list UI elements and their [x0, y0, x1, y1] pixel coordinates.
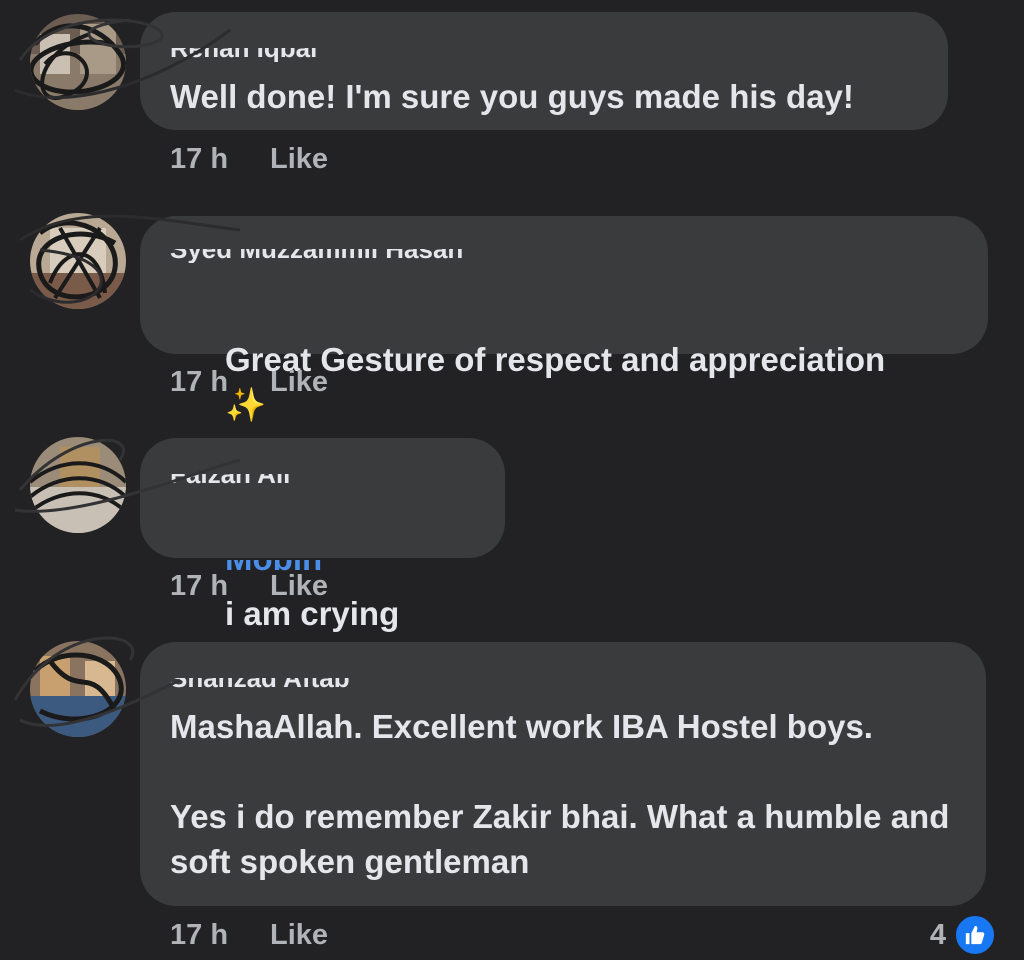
comment-time[interactable]: 17 h — [170, 570, 270, 603]
reaction-summary[interactable]: 4 — [930, 914, 996, 956]
comment-author[interactable]: Rehan Iqbal — [170, 48, 317, 62]
avatar[interactable] — [30, 641, 126, 737]
comment-bubble: Faizan Ali Mobin i am crying — [140, 438, 505, 632]
avatar[interactable] — [30, 437, 126, 533]
comment-meta: 17 h Like — [170, 570, 328, 603]
comment-text: MashaAllah. Excellent work IBA Hostel bo… — [170, 708, 950, 880]
comment-text: Well done! I'm sure you guys made his da… — [170, 78, 854, 115]
avatar[interactable] — [30, 213, 126, 309]
like-button[interactable]: Like — [270, 366, 328, 398]
like-button[interactable]: Like — [270, 919, 328, 951]
like-button[interactable]: Like — [270, 143, 328, 175]
comment-bubble: Shahzad Aftab MashaAllah. Excellent work… — [140, 642, 986, 906]
like-button[interactable]: Like — [270, 570, 328, 602]
comment-meta: 17 h Like — [170, 919, 328, 952]
thumbs-up-icon — [954, 914, 996, 956]
comment-author[interactable]: Faizan Ali — [170, 474, 290, 488]
comment-time[interactable]: 17 h — [170, 143, 270, 176]
comment-bubble: Syed Muzzammil Hasan Great Gesture of re… — [140, 216, 988, 423]
reaction-count: 4 — [929, 918, 946, 951]
comment-1: Rehan Iqbal Well done! I'm sure you guys… — [0, 0, 1024, 200]
comment-meta: 17 h Like — [170, 143, 328, 176]
comment-meta: 17 h Like — [170, 366, 328, 399]
comment-author[interactable]: Shahzad Aftab — [170, 678, 350, 692]
comment-bubble: Rehan Iqbal Well done! I'm sure you guys… — [140, 12, 948, 130]
comment-author[interactable]: Syed Muzzammil Hasan — [170, 249, 463, 263]
comment-time[interactable]: 17 h — [170, 919, 270, 952]
comment-time[interactable]: 17 h — [170, 366, 270, 399]
avatar[interactable] — [30, 14, 126, 110]
